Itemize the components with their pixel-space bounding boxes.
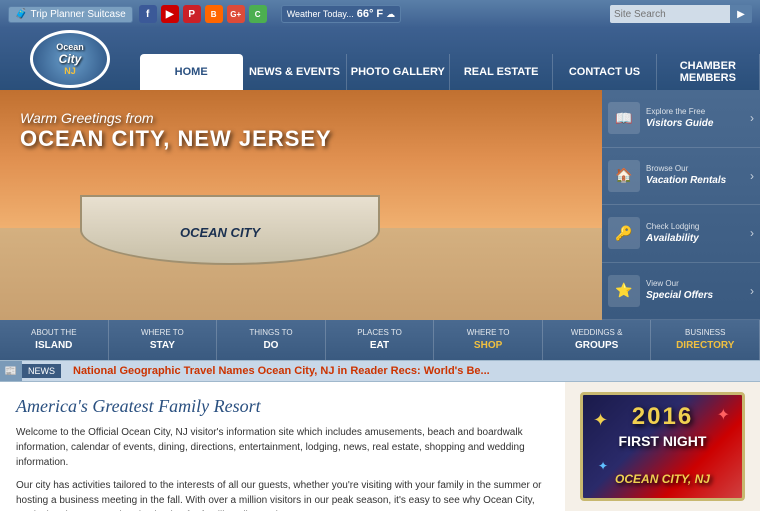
subnav-weddings[interactable]: WEDDINGS & Groups (543, 320, 652, 360)
promo-text1: FIRST NIGHT (583, 433, 742, 449)
visitors-guide-arrow: › (750, 111, 754, 125)
promo-image[interactable]: 2016 FIRST NIGHT OCEAN CITY, NJ ✦ ✦ ✦ (580, 392, 745, 501)
firework-left: ✦ (593, 410, 608, 431)
boat-illustration: OCEAN CITY (60, 135, 400, 265)
logo-nj: NJ (64, 66, 76, 76)
special-offers-label1: View Our (646, 279, 713, 289)
google-icon[interactable]: G+ (227, 5, 245, 23)
content-left: America's Greatest Family Resort Welcome… (0, 382, 565, 511)
sub-navigation: ABOUT THE Island WHERE TO Stay THINGS TO… (0, 320, 760, 360)
firework-bottom-left: ✦ (598, 459, 608, 473)
visitors-guide-label2: Visitors Guide (646, 117, 713, 130)
special-offers-arrow: › (750, 284, 754, 298)
logo-area: Ocean City NJ (0, 28, 140, 90)
weather-day-label: Weather Today... (287, 9, 354, 19)
main-navigation: HOME NEWS & EVENTS PHOTO GALLERY REAL ES… (140, 28, 760, 90)
page-title: America's Greatest Family Resort (16, 396, 549, 417)
vacation-rentals-icon: 🏠 (608, 160, 640, 192)
visitors-guide-label1: Explore the Free (646, 107, 713, 117)
logo-city: City (59, 52, 82, 66)
special-offers-icon: ⭐ (608, 275, 640, 307)
subnav-do[interactable]: THINGS TO Do (217, 320, 326, 360)
blog-icon[interactable]: B (205, 5, 223, 23)
promo-text2: OCEAN CITY, NJ (583, 472, 742, 486)
subnav-eat[interactable]: PLACES TO Eat (326, 320, 435, 360)
temperature-display: 66° F (357, 8, 383, 20)
subnav-shop[interactable]: WHERE TO Shop (434, 320, 543, 360)
lodging-icon: 🔑 (608, 217, 640, 249)
greeting-line1: Warm Greetings from (20, 110, 332, 126)
nav-contact[interactable]: CONTACT US (553, 54, 656, 90)
sidebar-vacation-rentals[interactable]: 🏠 Browse Our Vacation Rentals › (602, 148, 760, 206)
subnav-stay[interactable]: WHERE TO Stay (109, 320, 218, 360)
search-box: ▶ (610, 5, 752, 23)
boat-text: OCEAN CITY (180, 225, 260, 240)
header: Ocean City NJ HOME NEWS & EVENTS PHOTO G… (0, 28, 760, 90)
intro-paragraph: Welcome to the Official Ocean City, NJ v… (16, 425, 549, 470)
top-bar: 🧳 Trip Planner Suitcase f ▶ P B G+ C Wea… (0, 0, 760, 28)
lodging-label2: Availability (646, 232, 699, 245)
lodging-arrow: › (750, 226, 754, 240)
hero-sidebar: 📖 Explore the Free Visitors Guide › 🏠 Br… (602, 90, 760, 320)
firework-right: ✦ (717, 405, 730, 425)
search-button[interactable]: ▶ (730, 5, 752, 23)
greeting-city: OCEAN CITY, NEW JERSEY (20, 126, 332, 152)
facebook-icon[interactable]: f (139, 5, 157, 23)
body-paragraph: Our city has activities tailored to the … (16, 478, 549, 511)
vacation-rentals-arrow: › (750, 169, 754, 183)
social-icons-group: f ▶ P B G+ C (139, 5, 267, 23)
nav-real-estate[interactable]: REAL ESTATE (450, 54, 553, 90)
nav-chamber[interactable]: CHAMBER MEMBERS (657, 54, 760, 90)
lodging-label1: Check Lodging (646, 222, 699, 232)
ticker-label: NEWS (22, 364, 61, 378)
hero-area: OCEAN CITY Warm Greetings from OCEAN CIT… (0, 90, 760, 320)
special-offers-label2: Special Offers (646, 289, 713, 302)
nav-news-events[interactable]: NEWS & EVENTS (243, 54, 346, 90)
news-ticker: 📰 NEWS National Geographic Travel Names … (0, 360, 760, 382)
nav-photo-gallery[interactable]: PHOTO GALLERY (347, 54, 450, 90)
youtube-icon[interactable]: ▶ (161, 5, 179, 23)
pinterest-icon[interactable]: P (183, 5, 201, 23)
hero-image: OCEAN CITY Warm Greetings from OCEAN CIT… (0, 90, 602, 320)
nav-home[interactable]: HOME (140, 54, 243, 90)
logo-ocean: Ocean (56, 42, 84, 52)
main-content: America's Greatest Family Resort Welcome… (0, 382, 760, 511)
ticker-text: National Geographic Travel Names Ocean C… (65, 365, 498, 377)
sidebar-visitors-guide[interactable]: 📖 Explore the Free Visitors Guide › (602, 90, 760, 148)
cloud-icon: ☁ (386, 9, 395, 20)
vacation-rentals-label1: Browse Our (646, 164, 726, 174)
subnav-island[interactable]: ABOUT THE Island (0, 320, 109, 360)
trip-planner-button[interactable]: 🧳 Trip Planner Suitcase (8, 6, 133, 23)
suitcase-icon: 🧳 (15, 9, 27, 20)
sidebar-lodging[interactable]: 🔑 Check Lodging Availability › (602, 205, 760, 263)
logo[interactable]: Ocean City NJ (30, 30, 110, 88)
sidebar-special-offers[interactable]: ⭐ View Our Special Offers › (602, 263, 760, 321)
search-input[interactable] (610, 5, 730, 23)
subnav-directory[interactable]: BUSINESS Directory (651, 320, 760, 360)
weather-widget: Weather Today... 66° F ☁ (281, 5, 401, 23)
content-right: 2016 FIRST NIGHT OCEAN CITY, NJ ✦ ✦ ✦ (565, 382, 760, 511)
promo-year: 2016 (632, 403, 693, 431)
visitors-guide-icon: 📖 (608, 102, 640, 134)
vacation-rentals-label2: Vacation Rentals (646, 174, 726, 187)
coupon-icon[interactable]: C (249, 5, 267, 23)
ticker-icon: 📰 (0, 360, 22, 382)
hero-greeting: Warm Greetings from OCEAN CITY, NEW JERS… (20, 110, 332, 152)
